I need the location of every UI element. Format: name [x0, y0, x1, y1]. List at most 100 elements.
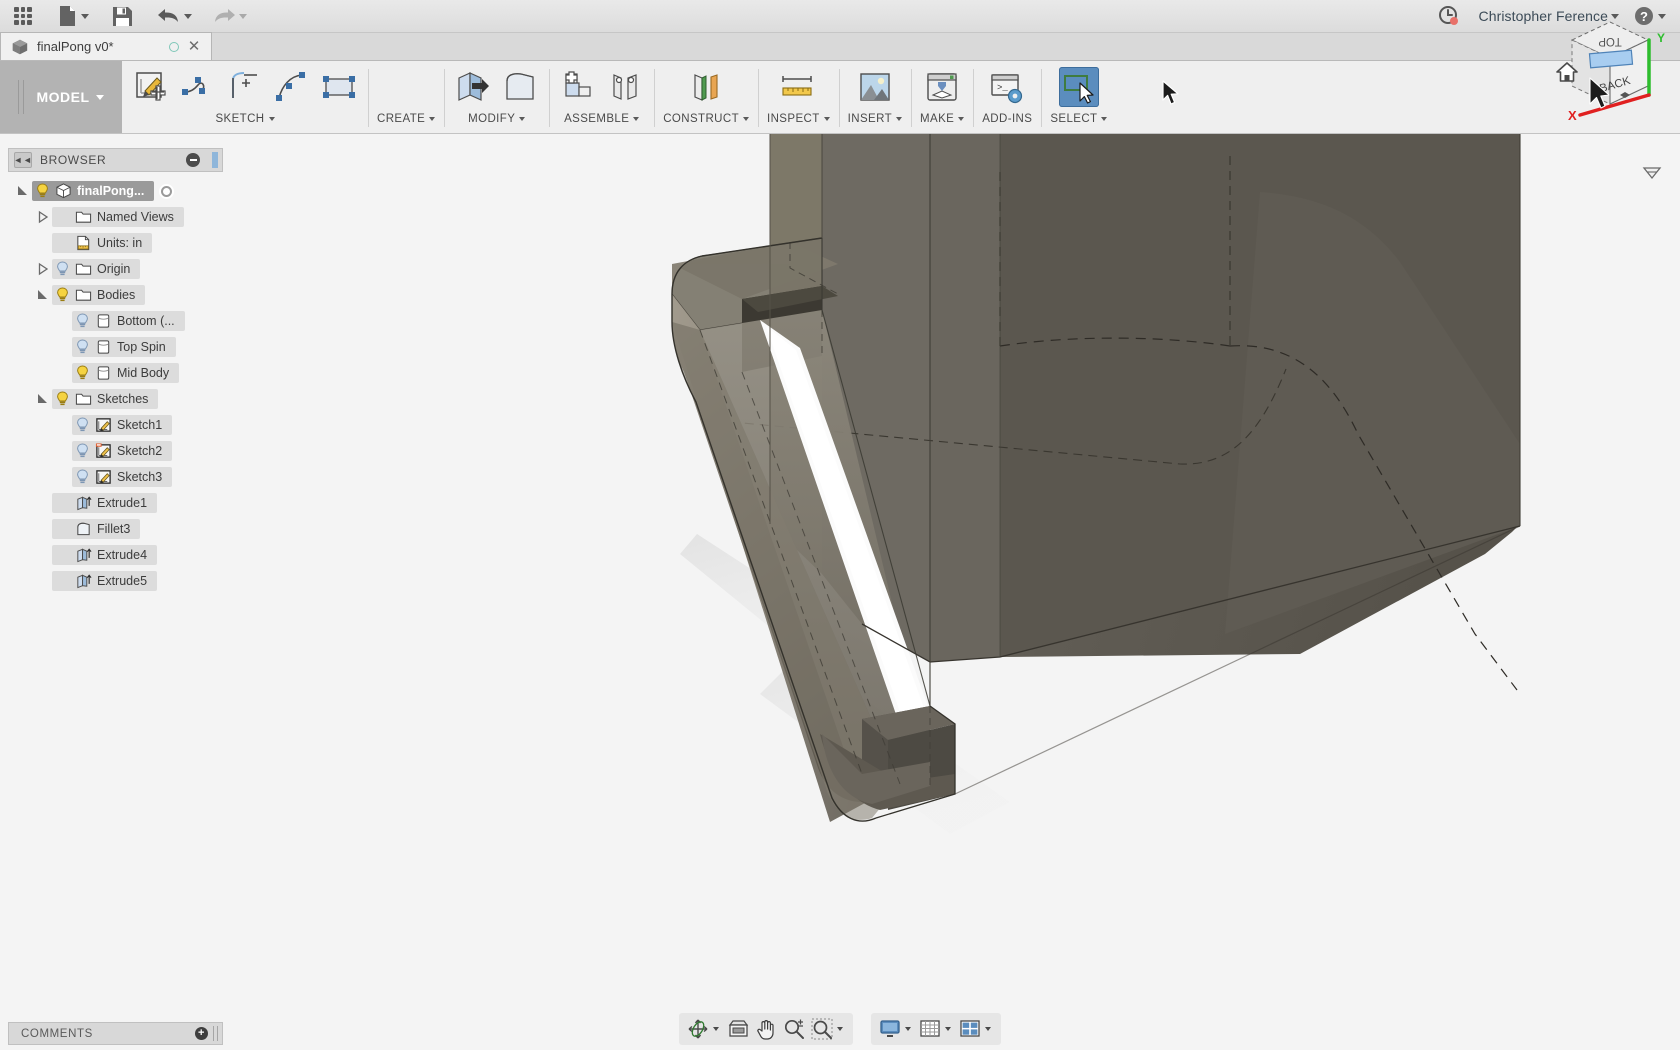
tree-item-hit-extrude1[interactable]: Extrude1: [52, 493, 158, 513]
tree-item-hit-sketch3[interactable]: Sketch3: [72, 467, 173, 487]
3d-viewport[interactable]: [0, 134, 1680, 1050]
visibility-bulb-icon[interactable]: [75, 313, 90, 329]
chevron-down-icon[interactable]: [713, 1027, 719, 1031]
tree-item-hit-fillet3[interactable]: Fillet3: [52, 519, 141, 539]
tree-item-hit-units[interactable]: Units: in: [52, 233, 153, 253]
tree-item-mid-body[interactable]: Mid Body: [8, 360, 223, 386]
twist-open-icon[interactable]: [16, 184, 30, 198]
tree-item-extrude1[interactable]: Extrude1: [8, 490, 223, 516]
ribbon-group-insert-label[interactable]: INSERT: [848, 113, 903, 125]
fillet-button[interactable]: [500, 67, 540, 107]
visibility-bulb-icon[interactable]: [75, 339, 90, 355]
chevron-down-icon[interactable]: [945, 1027, 951, 1031]
redo-button[interactable]: [208, 1, 251, 31]
create-sketch-button[interactable]: [131, 67, 171, 107]
collapse-left-icon[interactable]: ◄◄: [14, 152, 32, 168]
ribbon-group-select-label[interactable]: SELECT: [1050, 113, 1108, 125]
3d-print-button[interactable]: [922, 67, 962, 107]
tree-item-hit-bodies[interactable]: Bodies: [52, 285, 146, 305]
apps-grid-icon[interactable]: [8, 1, 38, 31]
visibility-bulb-icon[interactable]: [75, 417, 90, 433]
tree-item-hit-sketch2[interactable]: Sketch2: [72, 441, 173, 461]
undo-button[interactable]: [153, 1, 196, 31]
twist-open-icon[interactable]: [36, 392, 50, 406]
ribbon-group-modify-label[interactable]: MODIFY: [468, 113, 526, 125]
display-settings-button[interactable]: [877, 1016, 903, 1042]
document-tab-finalpong[interactable]: finalPong v0* ✕: [0, 32, 212, 60]
tree-item-units[interactable]: Units: in: [8, 230, 223, 256]
home-view-icon[interactable]: [1556, 62, 1578, 82]
ribbon-group-construct-label[interactable]: CONSTRUCT: [663, 113, 749, 125]
ribbon-group-assemble-label[interactable]: ASSEMBLE: [564, 113, 640, 125]
press-pull-button[interactable]: [453, 67, 493, 107]
tree-item-sketch1[interactable]: Sketch1: [8, 412, 223, 438]
ribbon-group-addins-label[interactable]: ADD-INS: [982, 113, 1032, 125]
twist-closed-icon[interactable]: [36, 262, 50, 276]
activate-component-radio[interactable]: [159, 183, 175, 199]
twist-open-icon[interactable]: [36, 288, 50, 302]
grid-snaps-button[interactable]: [917, 1016, 943, 1042]
tree-item-hit-top-spin[interactable]: Top Spin: [72, 337, 176, 357]
ribbon-group-create-label[interactable]: CREATE: [377, 113, 436, 125]
tree-item-extrude5[interactable]: Extrude5: [8, 568, 223, 594]
visibility-bulb-icon[interactable]: [75, 469, 90, 485]
tree-item-origin[interactable]: Origin: [8, 256, 223, 282]
joint-button[interactable]: [605, 67, 645, 107]
viewcube[interactable]: TOP BACK Y X: [1532, 0, 1672, 180]
tree-item-hit-root[interactable]: finalPong...: [32, 181, 155, 201]
select-tool-button[interactable]: [1058, 67, 1099, 107]
tree-item-hit-mid-body[interactable]: Mid Body: [72, 363, 180, 383]
tree-item-hit-extrude4[interactable]: Extrude4: [52, 545, 158, 565]
tree-item-hit-extrude5[interactable]: Extrude5: [52, 571, 158, 591]
measure-button[interactable]: [778, 67, 818, 107]
tree-item-hit-named-views[interactable]: Named Views: [52, 207, 184, 227]
rectangle-tool-button[interactable]: [319, 67, 359, 107]
offset-plane-button[interactable]: [686, 67, 726, 107]
tree-item-extrude4[interactable]: Extrude4: [8, 542, 223, 568]
visibility-bulb-icon[interactable]: [55, 261, 70, 277]
tree-item-root[interactable]: finalPong...: [8, 178, 223, 204]
visibility-bulb-icon[interactable]: [75, 443, 90, 459]
panel-resize-grip[interactable]: [212, 152, 218, 168]
visibility-bulb-icon[interactable]: [55, 287, 70, 303]
close-icon[interactable]: ✕: [187, 39, 201, 54]
ribbon-group-inspect-label[interactable]: INSPECT: [767, 113, 830, 125]
tree-item-fillet3[interactable]: Fillet3: [8, 516, 223, 542]
look-at-button[interactable]: [725, 1016, 751, 1042]
viewports-button[interactable]: [957, 1016, 983, 1042]
scripts-addins-button[interactable]: >_: [987, 67, 1027, 107]
workspace-switcher[interactable]: MODEL: [0, 61, 122, 133]
zoom-button[interactable]: [781, 1016, 807, 1042]
orbit-button[interactable]: [685, 1016, 711, 1042]
ribbon-group-sketch-label[interactable]: SKETCH: [215, 113, 275, 125]
viewcube-menu-icon[interactable]: [1642, 166, 1662, 180]
tree-item-bodies[interactable]: Bodies: [8, 282, 223, 308]
job-status-button[interactable]: [1434, 1, 1464, 31]
insert-image-button[interactable]: [855, 67, 895, 107]
visibility-bulb-icon[interactable]: [75, 365, 90, 381]
tree-item-sketches[interactable]: Sketches: [8, 386, 223, 412]
chevron-down-icon[interactable]: [985, 1027, 991, 1031]
visibility-bulb-icon[interactable]: [35, 183, 50, 199]
tree-item-hit-sketch1[interactable]: Sketch1: [72, 415, 173, 435]
spline-tool-button[interactable]: [272, 67, 312, 107]
tree-item-top-spin[interactable]: Top Spin: [8, 334, 223, 360]
tree-item-hit-sketches[interactable]: Sketches: [52, 389, 159, 409]
chevron-down-icon[interactable]: [905, 1027, 911, 1031]
new-component-button[interactable]: [558, 67, 598, 107]
tree-item-sketch3[interactable]: Sketch3: [8, 464, 223, 490]
new-file-button[interactable]: [54, 1, 93, 31]
minus-circle-icon[interactable]: [186, 153, 200, 167]
tree-item-hit-bottom[interactable]: Bottom (...: [72, 311, 185, 331]
chevron-down-icon[interactable]: [837, 1027, 843, 1031]
pan-button[interactable]: [753, 1016, 779, 1042]
visibility-bulb-icon[interactable]: [55, 391, 70, 407]
ribbon-group-make-label[interactable]: MAKE: [920, 113, 965, 125]
tree-item-sketch2[interactable]: Sketch2: [8, 438, 223, 464]
tree-item-hit-origin[interactable]: Origin: [52, 259, 141, 279]
tree-item-named-views[interactable]: Named Views: [8, 204, 223, 230]
zoom-window-button[interactable]: [809, 1016, 835, 1042]
tree-item-bottom[interactable]: Bottom (...: [8, 308, 223, 334]
viewcube-widget[interactable]: TOP BACK Y X: [1532, 0, 1672, 150]
save-button[interactable]: [107, 1, 137, 31]
